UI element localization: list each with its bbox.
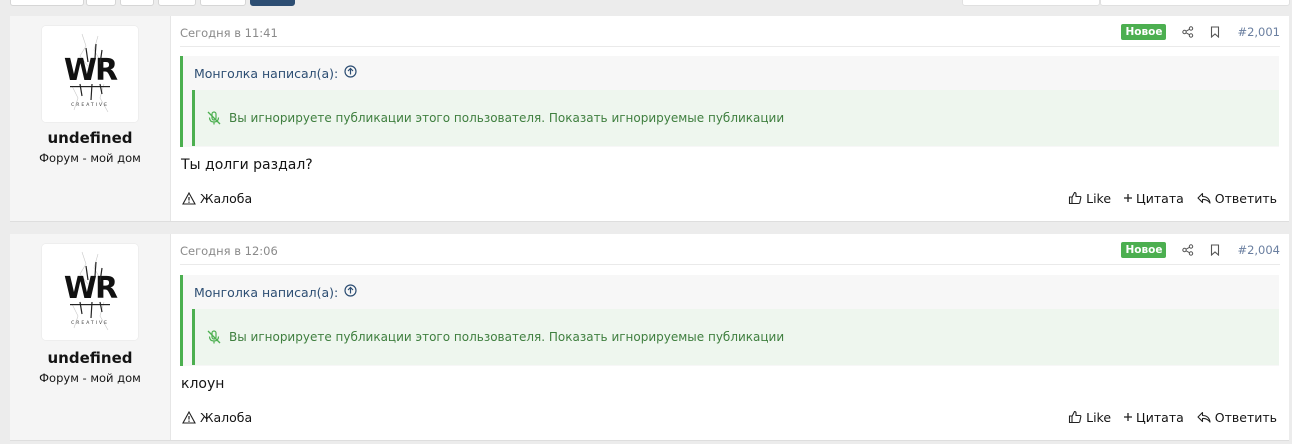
ignored-notice[interactable]: Вы игнорируете публикации этого пользова… [192,90,1279,146]
post-body: клоун [181,376,225,392]
like-button[interactable]: Like [1067,409,1111,425]
username[interactable]: undefined [10,129,170,147]
microphone-off-icon [205,328,223,346]
post-actions: Like Цитата Ответить [1055,409,1277,425]
avatar-logo-icon: WR CREATIVE [42,244,138,340]
svg-text:CREATIVE: CREATIVE [71,102,109,108]
like-label: Like [1086,190,1112,206]
thumbs-up-icon [1067,190,1083,206]
report-button[interactable]: Жалоба [181,409,252,425]
plus-icon [1123,190,1133,206]
quote-label: Цитата [1136,409,1184,425]
toolbar-primary-button[interactable] [250,0,295,6]
svg-text:WR: WR [64,53,118,88]
post-date[interactable]: Сегодня в 12:06 [180,244,278,258]
avatar[interactable]: WR CREATIVE [42,26,138,122]
user-title: Форум - мой дом [39,371,141,385]
warning-icon [181,409,197,425]
quote-author[interactable]: Монголка написал(а): [194,285,338,300]
user-title: Форум - мой дом [39,151,141,165]
quote-button[interactable]: Цитата [1123,409,1184,425]
top-toolbar [0,0,1292,6]
arrow-up-circle-icon[interactable] [344,65,357,81]
svg-text:WR: WR [64,271,118,306]
new-badge: Новое [1121,24,1167,40]
quote-label: Цитата [1136,190,1184,206]
post-user-column: WR CREATIVE undefined Форум - мой дом [10,234,171,440]
quote-button[interactable]: Цитата [1123,190,1184,206]
toolbar-button[interactable] [158,0,196,6]
svg-text:CREATIVE: CREATIVE [71,320,109,326]
reply-label: Ответить [1214,190,1277,206]
new-badge: Новое [1121,242,1167,258]
avatar-logo-icon: WR CREATIVE [42,26,138,122]
post-date[interactable]: Сегодня в 11:41 [180,26,278,40]
reply-button[interactable]: Ответить [1196,409,1277,425]
quote-block: Монголка написал(а): Вы игнорируете публ… [180,56,1279,147]
reply-icon [1196,409,1212,425]
report-label: Жалоба [200,409,253,425]
toolbar-field[interactable] [1100,0,1290,6]
forum-post: WR CREATIVE undefined Форум - мой дом Се… [10,234,1289,441]
warning-icon [181,190,197,206]
post-body: Ты долги раздал? [181,157,313,173]
post-meta: Сегодня в 12:06 Новое #2,004 [180,234,1280,265]
quote-header[interactable]: Монголка написал(а): [194,284,357,300]
post-user-column: WR CREATIVE undefined Форум - мой дом [10,16,171,221]
reply-button[interactable]: Ответить [1196,190,1277,206]
ignored-notice-text[interactable]: Вы игнорируете публикации этого пользова… [229,330,784,344]
bookmark-icon[interactable] [1206,241,1224,259]
post-number[interactable]: #2,004 [1237,243,1280,257]
forum-post: WR CREATIVE undefined Форум - мой дом Се… [10,16,1289,222]
toolbar-button[interactable] [200,0,246,6]
bookmark-icon[interactable] [1206,23,1224,41]
reply-label: Ответить [1214,409,1277,425]
like-label: Like [1086,409,1112,425]
microphone-off-icon [205,109,223,127]
ignored-notice-text[interactable]: Вы игнорируете публикации этого пользова… [229,111,784,125]
like-button[interactable]: Like [1067,190,1111,206]
toolbar-button[interactable] [10,0,84,6]
arrow-up-circle-icon[interactable] [344,284,357,300]
toolbar-button[interactable] [86,0,116,6]
reply-icon [1196,190,1212,206]
quote-header[interactable]: Монголка написал(а): [194,65,357,81]
thumbs-up-icon [1067,409,1083,425]
post-actions: Like Цитата Ответить [1055,190,1277,206]
toolbar-field[interactable] [962,0,1100,6]
report-button[interactable]: Жалоба [181,190,252,206]
username[interactable]: undefined [10,349,170,367]
ignored-notice[interactable]: Вы игнорируете публикации этого пользова… [192,309,1279,365]
quote-author[interactable]: Монголка написал(а): [194,66,338,81]
toolbar-button[interactable] [120,0,154,6]
post-number[interactable]: #2,001 [1237,25,1280,39]
plus-icon [1123,409,1133,425]
share-icon[interactable] [1179,23,1197,41]
avatar[interactable]: WR CREATIVE [42,244,138,340]
report-label: Жалоба [200,190,253,206]
share-icon[interactable] [1179,241,1197,259]
post-meta: Сегодня в 11:41 Новое #2,001 [180,16,1280,47]
quote-block: Монголка написал(а): Вы игнорируете публ… [180,275,1279,366]
